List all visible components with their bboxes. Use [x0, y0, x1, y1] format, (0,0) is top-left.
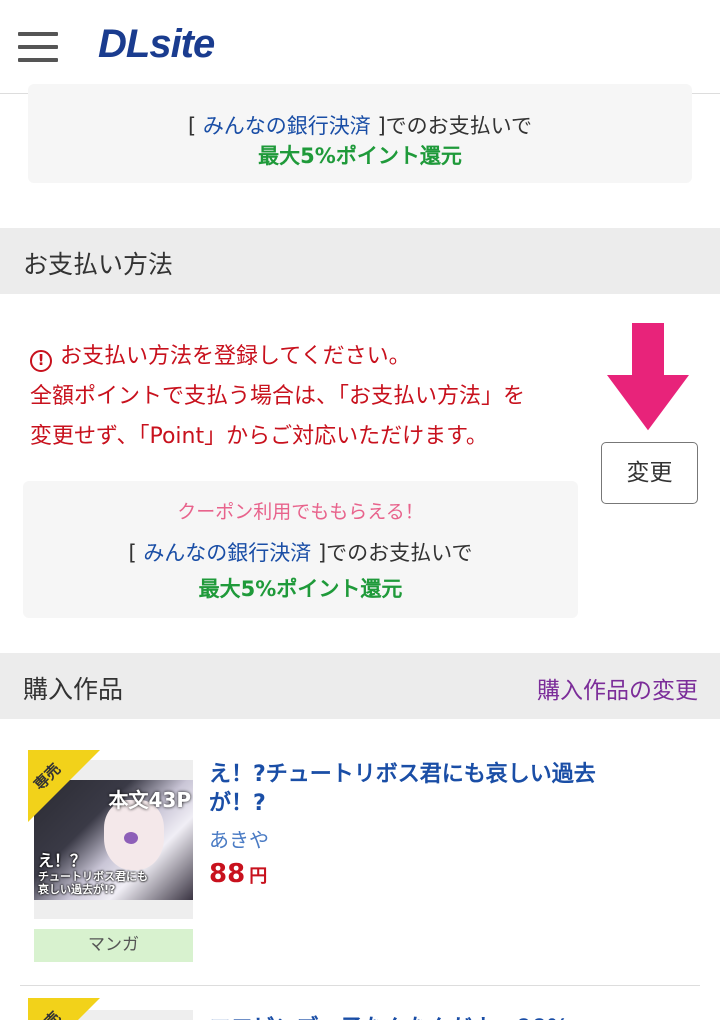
item-divider	[20, 985, 700, 986]
bank-link[interactable]: みんなの銀行決済	[203, 114, 371, 138]
product-title[interactable]: エロビンブッ子なんなんだよ…90%	[209, 1010, 569, 1020]
product-item: 本文43P え！？ チュートリボス君にも 哀しい過去が!? 専売 マンガ え！?…	[0, 740, 720, 985]
change-payment-button[interactable]: 変更	[601, 442, 698, 504]
promo-text: [ みんなの銀行決済 ]でのお支払いで	[187, 114, 533, 138]
dlsite-logo[interactable]: DLsite	[98, 22, 215, 67]
page-count: 本文43P	[108, 788, 192, 812]
error-line: 変更せず、「Point」からご対応いただけます。	[30, 424, 488, 449]
product-title[interactable]: え！?チュートリボス君にも哀しい過去が！?	[209, 760, 629, 818]
payment-section-header: お支払い方法	[0, 228, 720, 294]
genre-tag: マンガ	[34, 929, 193, 962]
product-item: 専売 エロビンブッ子なんなんだよ…90%	[0, 990, 720, 1020]
exclusive-ribbon: 専売	[28, 750, 100, 822]
app-header: DLsite	[0, 0, 720, 94]
error-line: ! お支払い方法を登録してください。	[30, 337, 590, 377]
payment-error-message: ! お支払い方法を登録してください。 全額ポイントで支払う場合は、「お支払い方法」…	[30, 337, 590, 457]
promo-text: [ みんなの銀行決済 ]でのお支払いで	[128, 541, 473, 565]
section-title: 購入作品	[23, 675, 124, 704]
thumbnail-caption: え！？ チュートリボス君にも 哀しい過去が!?	[38, 851, 148, 897]
arrow-down-icon	[603, 322, 693, 434]
alert-icon: !	[30, 350, 52, 372]
bank-link[interactable]: みんなの銀行決済	[143, 541, 311, 565]
change-purchase-link[interactable]: 購入作品の変更	[537, 671, 698, 705]
character-eye	[124, 832, 138, 844]
hamburger-menu-icon[interactable]	[16, 30, 60, 64]
product-author[interactable]: あきや	[209, 824, 269, 853]
exclusive-ribbon: 専売	[28, 998, 100, 1020]
promo-teaser: クーポン利用でももらえる！	[177, 501, 424, 523]
promo-reward: 最大5%ポイント還元	[198, 577, 403, 601]
section-title: お支払い方法	[23, 250, 174, 279]
product-price: 88 円	[209, 859, 268, 889]
promo-banner-coupon: クーポン利用でももらえる！ [ みんなの銀行決済 ]でのお支払いで 最大5%ポイ…	[23, 481, 578, 618]
error-line: 全額ポイントで支払う場合は、「お支払い方法」を	[30, 384, 526, 409]
promo-reward: 最大5%ポイント還元	[258, 144, 462, 168]
promo-banner-top: [ みんなの銀行決済 ]でのお支払いで 最大5%ポイント還元	[28, 84, 692, 183]
purchase-section-header: 購入作品 購入作品の変更	[0, 653, 720, 719]
